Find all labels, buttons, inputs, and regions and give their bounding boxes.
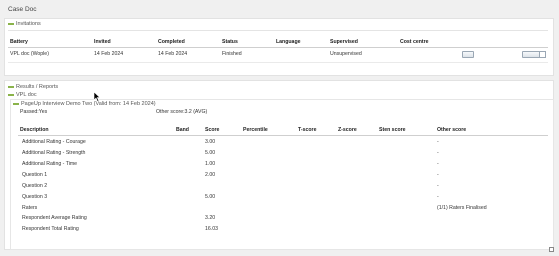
row-action-select[interactable] bbox=[522, 51, 540, 58]
row-description: Additional Rating - Strength bbox=[22, 150, 86, 156]
res-col-percentile: Percentile bbox=[243, 127, 268, 133]
inv-battery[interactable]: VPL doc (Wople) bbox=[10, 51, 49, 57]
row-score: 16.03 bbox=[205, 226, 218, 232]
resize-handle-icon[interactable] bbox=[549, 247, 554, 252]
inv-col-cost-centre: Cost centre bbox=[400, 39, 429, 45]
inv-supervised: Unsupervised bbox=[330, 51, 362, 57]
other-score-summary: Other score:3.2 (AVG) bbox=[156, 109, 208, 115]
row-other: - bbox=[437, 183, 439, 189]
inv-status: Finished bbox=[222, 51, 242, 57]
divider bbox=[8, 30, 548, 31]
res-col-score: Score bbox=[205, 127, 220, 133]
collapse-dash-icon bbox=[13, 103, 19, 105]
row-description: Respondent Average Rating bbox=[22, 215, 87, 221]
report-card bbox=[10, 99, 554, 250]
inv-col-status: Status bbox=[222, 39, 238, 45]
res-col-t-score: T-score bbox=[298, 127, 317, 133]
row-other: - bbox=[437, 161, 439, 167]
row-description: Question 1 bbox=[22, 172, 48, 178]
row-description: Question 3 bbox=[22, 194, 48, 200]
view-report-button[interactable] bbox=[462, 51, 474, 58]
passed-label: Passed:Yes bbox=[20, 109, 48, 115]
row-description: Raters bbox=[22, 205, 38, 211]
row-score: 2.00 bbox=[205, 172, 216, 178]
collapse-dash-icon bbox=[8, 94, 14, 96]
inv-completed: 14 Feb 2024 bbox=[158, 51, 188, 57]
divider bbox=[8, 62, 548, 63]
inv-col-battery: Battery bbox=[10, 39, 28, 45]
row-other: - bbox=[437, 139, 439, 145]
inv-col-invited: Invited bbox=[94, 39, 111, 45]
vpl-doc-heading[interactable]: VPL doc bbox=[8, 92, 37, 98]
page-title: Case Doc bbox=[8, 6, 37, 13]
row-score: 5.00 bbox=[205, 194, 216, 200]
row-description: Additional Rating - Time bbox=[22, 161, 78, 167]
row-score: 3.20 bbox=[205, 215, 216, 221]
inv-col-supervised: Supervised bbox=[330, 39, 358, 45]
row-other: - bbox=[437, 172, 439, 178]
row-other: - bbox=[437, 150, 439, 156]
invitations-heading[interactable]: Invitations bbox=[8, 21, 41, 27]
mouse-cursor-icon bbox=[94, 92, 101, 102]
interview-heading[interactable]: PageUp Interview Demo Two (Valid from: 1… bbox=[13, 101, 156, 107]
chevron-down-icon[interactable] bbox=[539, 51, 546, 58]
collapse-dash-icon bbox=[8, 86, 14, 88]
row-other: - bbox=[437, 194, 439, 200]
row-description: Additional Rating - Courage bbox=[22, 139, 86, 145]
divider bbox=[8, 47, 548, 48]
row-other: (1/1) Raters Finalised bbox=[437, 205, 487, 211]
divider bbox=[18, 135, 548, 136]
res-col-z-score: Z-score bbox=[338, 127, 357, 133]
results-heading-label: Results / Reports bbox=[16, 84, 59, 90]
res-col-description: Description bbox=[20, 127, 49, 133]
vpl-doc-label: VPL doc bbox=[16, 92, 37, 98]
row-description: Respondent Total Rating bbox=[22, 226, 79, 232]
inv-col-language: Language bbox=[276, 39, 301, 45]
row-score: 3.00 bbox=[205, 139, 216, 145]
res-col-sten-score: Sten score bbox=[379, 127, 406, 133]
row-score: 5.00 bbox=[205, 150, 216, 156]
row-score: 1.00 bbox=[205, 161, 216, 167]
inv-invited: 14 Feb 2024 bbox=[94, 51, 124, 57]
inv-col-completed: Completed bbox=[158, 39, 185, 45]
interview-title: PageUp Interview Demo Two (Valid from: 1… bbox=[21, 101, 156, 107]
invitations-heading-label: Invitations bbox=[16, 21, 41, 27]
res-col-other-score: Other score bbox=[437, 127, 467, 133]
row-description: Question 2 bbox=[22, 183, 48, 189]
results-heading[interactable]: Results / Reports bbox=[8, 84, 58, 90]
res-col-band: Band bbox=[176, 127, 189, 133]
collapse-dash-icon bbox=[8, 23, 14, 25]
